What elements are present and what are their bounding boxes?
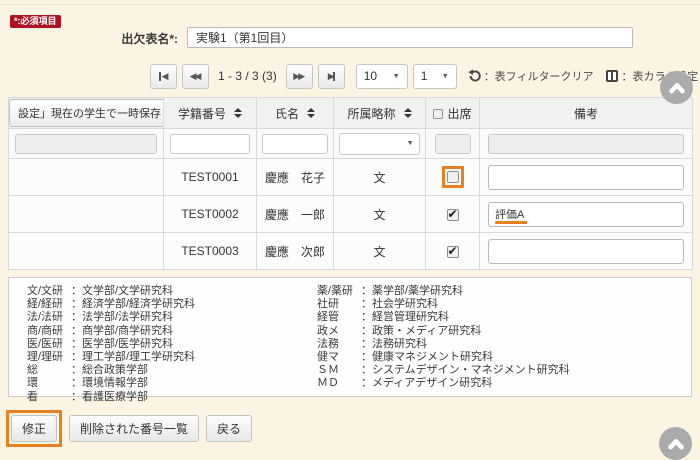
- legend-item: 経/経研：経済学部/経済学研究科: [27, 298, 195, 311]
- back-button[interactable]: 戻る: [206, 415, 252, 442]
- refresh-icon[interactable]: [468, 69, 482, 83]
- temp-save-button[interactable]: 設定」現在の学生で一時保存: [9, 99, 164, 127]
- legend-item: ＭＤ：メディアデザイン研究科: [317, 377, 570, 390]
- next-icon: ▶: [328, 72, 332, 81]
- name-filter-input[interactable]: [262, 134, 327, 154]
- student-id-cell: TEST0001: [181, 170, 238, 184]
- chevron-down-icon: ▼: [393, 73, 400, 80]
- attendance-table: 設定」現在の学生で一時保存 学籍番号 氏名 所属略称 出席 備考: [8, 97, 693, 270]
- top-divider: [0, 4, 700, 5]
- table-header-row: 設定」現在の学生で一時保存 学籍番号 氏名 所属略称 出席 備考: [9, 98, 693, 129]
- legend-item: 健マ：健康マネジメント研究科: [317, 351, 570, 364]
- first-page-button[interactable]: ◀: [150, 64, 177, 89]
- select-all-attendance-checkbox[interactable]: [433, 109, 443, 119]
- chevron-up-icon: [666, 77, 688, 99]
- student-id-filter-input[interactable]: [170, 134, 249, 154]
- name-cell: 慶應 次郎: [265, 245, 325, 259]
- sheet-name-input[interactable]: [187, 27, 633, 48]
- prev-icon: ◀: [195, 72, 202, 81]
- legend-item: 看：看護医療学部: [27, 391, 195, 404]
- attendance-checkbox[interactable]: [447, 171, 459, 183]
- filter-disabled-input: [15, 134, 157, 154]
- attendance-checkbox[interactable]: [447, 209, 459, 221]
- scroll-to-top-button[interactable]: [660, 71, 693, 104]
- affiliation-cell: 文: [373, 208, 385, 222]
- name-cell: 慶應 一郎: [265, 208, 325, 222]
- bar-icon: [333, 72, 335, 81]
- legend-item: 経管：経営管理研究科: [317, 311, 570, 324]
- table-row: TEST0002 慶應 一郎 文: [9, 196, 693, 233]
- affiliation-cell: 文: [373, 245, 385, 259]
- student-id-cell: TEST0003: [181, 244, 238, 258]
- page-number-select[interactable]: 1 ▼: [413, 64, 457, 89]
- column-header-name: 氏名: [275, 105, 299, 122]
- remarks-input[interactable]: [488, 165, 684, 190]
- highlight-annotation-box: 修正: [6, 410, 62, 447]
- remarks-input[interactable]: [488, 239, 684, 264]
- highlight-annotation-box: [442, 166, 464, 188]
- footer-buttons: 修正 削除された番号一覧 戻る: [6, 410, 252, 447]
- bar-icon: [159, 72, 161, 81]
- name-cell: 慶應 花子: [265, 171, 325, 185]
- legend-item: 総：総合政策学部: [27, 364, 195, 377]
- legend-right-column: 薬/薬研：薬学部/薬学研究科 社研：社会学研究科 経管：経営管理研究科 政メ：政…: [317, 285, 570, 391]
- last-page-button[interactable]: ▶: [318, 64, 345, 89]
- legend-item: ＳＭ：システムデザイン・マネジメント研究科: [317, 364, 570, 377]
- affiliation-filter-select[interactable]: ▼: [339, 133, 419, 155]
- legend-left-column: 文/文研：文学部/文学研究科 経/経研：経済学部/経済学研究科 法/法研：法学部…: [27, 285, 195, 404]
- legend-item: 薬/薬研：薬学部/薬学研究科: [317, 285, 570, 298]
- highlight-underline-annotation: [495, 221, 527, 224]
- page-number-value: 1: [421, 69, 428, 83]
- legend-item: 環：環境情報学部: [27, 377, 195, 390]
- legend-item: 法務：法務研究科: [317, 338, 570, 351]
- prev-icon: ◀: [190, 72, 194, 81]
- next-page-button[interactable]: ▶▶: [286, 64, 313, 89]
- legend-item: 政メ：政策・メディア研究科: [317, 325, 570, 338]
- affiliation-legend: 文/文研：文学部/文学研究科 経/経研：経済学部/経済学研究科 法/法研：法学部…: [8, 277, 692, 397]
- student-id-cell: TEST0002: [181, 207, 238, 221]
- legend-item: 医/医研：医学部/医学研究科: [27, 338, 195, 351]
- prev-icon: ◀: [162, 72, 169, 81]
- deleted-numbers-list-button[interactable]: 削除された番号一覧: [69, 415, 199, 442]
- sort-icon[interactable]: [234, 108, 242, 118]
- prev-page-button[interactable]: ◀◀: [182, 64, 209, 89]
- affiliation-cell: 文: [373, 171, 385, 185]
- attendance-filter-disabled: [435, 134, 471, 154]
- page-range-text: 1 - 3 / 3 (3): [218, 69, 277, 83]
- legend-item: 社研：社会学研究科: [317, 298, 570, 311]
- legend-item: 商/商研：商学部/商学研究科: [27, 325, 195, 338]
- scroll-to-top-button[interactable]: [659, 427, 692, 460]
- legend-item: 理/理研：理工学部/理工学研究科: [27, 351, 195, 364]
- table-row: TEST0001 慶應 花子 文: [9, 159, 693, 196]
- pagination-bar: ◀ ◀◀ 1 - 3 / 3 (3) ▶▶ ▶ 10 ▼ 1 ▼ ：表フィルター…: [150, 63, 698, 89]
- chevron-down-icon: ▼: [442, 73, 449, 80]
- table-row: TEST0003 慶應 次郎 文: [9, 233, 693, 270]
- chevron-up-icon: [665, 433, 687, 455]
- next-icon: ▶: [298, 72, 305, 81]
- legend-item: 法/法研：法学部/法学研究科: [27, 311, 195, 324]
- column-header-student-id: 学籍番号: [178, 105, 226, 122]
- remarks-filter-disabled: [488, 134, 683, 154]
- page-size-select[interactable]: 10 ▼: [356, 64, 408, 89]
- filter-clear-label[interactable]: ：表フィルタークリア: [484, 68, 594, 84]
- legend-item: 文/文研：文学部/文学研究科: [27, 285, 195, 298]
- sheet-name-label: 出欠表名*:: [0, 30, 178, 47]
- column-header-attendance: 出席: [447, 107, 471, 121]
- column-header-affiliation: 所属略称: [347, 105, 395, 122]
- attendance-checkbox[interactable]: [447, 246, 459, 258]
- column-settings-icon[interactable]: [606, 70, 618, 82]
- page-size-value: 10: [364, 69, 377, 83]
- chevron-down-icon: ▼: [407, 140, 414, 147]
- sort-icon[interactable]: [307, 108, 315, 118]
- column-header-remarks: 備考: [574, 107, 598, 121]
- next-icon: ▶: [293, 72, 297, 81]
- sort-icon[interactable]: [404, 108, 412, 118]
- required-items-badge: *:必須項目: [10, 15, 61, 28]
- modify-button[interactable]: 修正: [11, 415, 57, 442]
- filter-row: ▼: [9, 129, 693, 159]
